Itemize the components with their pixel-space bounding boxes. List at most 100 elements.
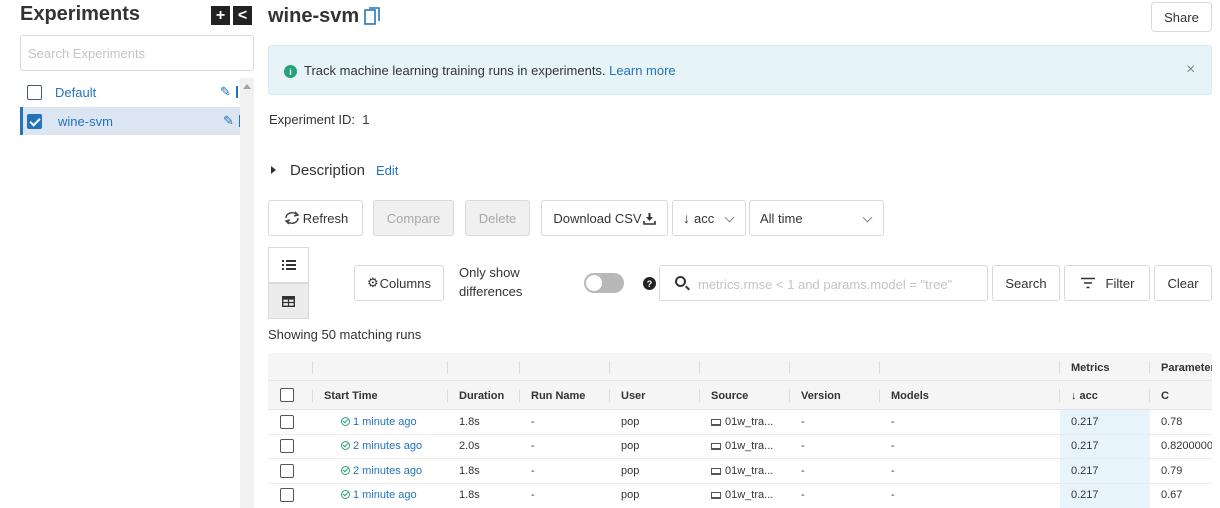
source-cell[interactable]: 01w_tra... xyxy=(711,440,773,452)
source-text: 01w_tra... xyxy=(725,416,774,428)
row-checkbox[interactable] xyxy=(280,415,294,429)
column-header-models[interactable]: Models xyxy=(891,390,929,402)
run-name-cell: - xyxy=(531,465,535,477)
start-time-text: 2 minutes ago xyxy=(353,440,423,452)
source-text: 01w_tra... xyxy=(725,440,774,452)
c-param-cell: 0.67 xyxy=(1161,489,1183,501)
row-checkbox[interactable] xyxy=(280,439,294,453)
add-experiment-button[interactable]: + xyxy=(211,6,230,25)
acc-cell: 0.217 xyxy=(1071,416,1099,428)
source-cell[interactable]: 01w_tra... xyxy=(711,489,773,501)
learn-more-link[interactable]: Learn more xyxy=(609,63,675,78)
pencil-icon[interactable]: ✎ xyxy=(220,84,231,100)
refresh-icon xyxy=(284,211,300,225)
start-time-link[interactable]: 2 minutes ago xyxy=(341,440,422,452)
source-cell[interactable]: 01w_tra... xyxy=(711,416,773,428)
row-divider xyxy=(268,434,1212,435)
duration-cell: 1.8s xyxy=(459,489,480,501)
column-header-source[interactable]: Source xyxy=(711,390,748,402)
clear-button[interactable]: Clear xyxy=(1154,265,1212,301)
table-column-header: Start Time Duration Run Name User Source… xyxy=(268,381,1212,410)
description-edit-link[interactable]: Edit xyxy=(376,163,398,178)
list-icon xyxy=(281,260,296,270)
table-view-button[interactable] xyxy=(268,283,309,319)
check-circle-icon xyxy=(341,490,350,499)
version-cell: - xyxy=(801,489,805,501)
columns-button[interactable]: ⚙ Columns xyxy=(354,265,444,301)
column-header-duration[interactable]: Duration xyxy=(459,390,504,402)
column-divider xyxy=(1149,389,1150,402)
copy-icon[interactable] xyxy=(364,7,380,26)
runs-table: Metrics Parameter Start Time Duration Ru… xyxy=(268,353,1212,508)
pencil-icon[interactable]: ✎ xyxy=(223,113,234,129)
c-param-cell: 0.79 xyxy=(1161,465,1183,477)
column-header-run-name[interactable]: Run Name xyxy=(531,390,585,402)
sidebar-item-label[interactable]: wine-svm xyxy=(58,114,113,129)
parameters-group-header: Parameter xyxy=(1161,362,1212,374)
only-show-differences-label: Only show differences xyxy=(459,263,549,301)
list-view-button[interactable] xyxy=(268,247,309,283)
sidebar-item-label[interactable]: Default xyxy=(55,85,96,100)
sidebar-scrollbar[interactable] xyxy=(240,78,254,508)
column-divider xyxy=(789,361,790,374)
column-divider xyxy=(609,361,610,374)
sidebar-item-wine-svm[interactable]: wine-svm ✎ xyxy=(20,107,241,135)
duration-cell: 1.8s xyxy=(459,465,480,477)
run-search-box xyxy=(659,265,988,301)
column-divider xyxy=(879,361,880,374)
scroll-up-icon[interactable] xyxy=(243,84,251,89)
start-time-text: 2 minutes ago xyxy=(353,465,423,477)
download-csv-button[interactable]: Download CSV xyxy=(541,200,668,236)
start-time-text: 1 minute ago xyxy=(353,489,417,501)
table-group-header: Metrics Parameter xyxy=(268,353,1212,381)
experiment-id: Experiment ID: 1 xyxy=(269,112,369,127)
row-checkbox[interactable] xyxy=(280,464,294,478)
column-header-start-time[interactable]: Start Time xyxy=(324,390,378,402)
column-divider xyxy=(1059,389,1060,402)
c-param-cell: 0.8200000 xyxy=(1161,440,1212,452)
column-header-acc[interactable]: ↓ acc xyxy=(1071,390,1098,402)
experiment-id-label: Experiment ID: xyxy=(269,112,355,127)
refresh-label: Refresh xyxy=(302,210,349,226)
start-time-link[interactable]: 2 minutes ago xyxy=(341,465,422,477)
time-range-select[interactable]: All time xyxy=(749,200,884,236)
collapse-sidebar-button[interactable]: < xyxy=(233,6,252,25)
column-header-c[interactable]: C xyxy=(1161,390,1169,402)
refresh-button[interactable]: Refresh xyxy=(268,200,363,236)
delete-button[interactable]: Delete xyxy=(465,200,530,236)
search-experiments-input[interactable] xyxy=(20,35,254,71)
sidebar-item-default[interactable]: Default ✎ xyxy=(20,78,240,106)
filter-button[interactable]: Filter xyxy=(1064,265,1150,301)
duration-cell: 2.0s xyxy=(459,440,480,452)
sort-select[interactable]: ↓ acc xyxy=(672,200,746,236)
download-icon xyxy=(642,212,656,225)
help-icon[interactable]: ? xyxy=(643,277,656,290)
source-cell[interactable]: 01w_tra... xyxy=(711,465,773,477)
start-time-link[interactable]: 1 minute ago xyxy=(341,489,417,501)
models-cell: - xyxy=(891,489,895,501)
search-button[interactable]: Search xyxy=(992,265,1060,301)
run-search-input[interactable] xyxy=(698,274,978,294)
experiment-checkbox[interactable] xyxy=(27,113,42,129)
column-divider xyxy=(879,389,880,402)
source-text: 01w_tra... xyxy=(725,489,774,501)
experiment-checkbox[interactable] xyxy=(27,84,42,100)
only-show-differences-line2: differences xyxy=(459,284,523,299)
description-toggle[interactable]: Description xyxy=(290,162,365,179)
start-time-link[interactable]: 1 minute ago xyxy=(341,416,417,428)
row-divider xyxy=(268,458,1212,459)
column-header-version[interactable]: Version xyxy=(801,390,841,402)
column-divider xyxy=(312,361,313,374)
laptop-icon xyxy=(711,443,721,450)
models-cell: - xyxy=(891,465,895,477)
share-button[interactable]: Share xyxy=(1151,2,1212,32)
close-icon[interactable]: × xyxy=(1186,61,1195,79)
row-checkbox[interactable] xyxy=(280,488,294,502)
version-cell: - xyxy=(801,440,805,452)
only-show-differences-toggle[interactable] xyxy=(584,273,624,293)
select-all-checkbox[interactable] xyxy=(280,388,294,402)
caret-right-icon[interactable] xyxy=(271,166,276,174)
compare-button[interactable]: Compare xyxy=(373,200,454,236)
column-header-user[interactable]: User xyxy=(621,390,645,402)
check-circle-icon xyxy=(341,466,350,475)
